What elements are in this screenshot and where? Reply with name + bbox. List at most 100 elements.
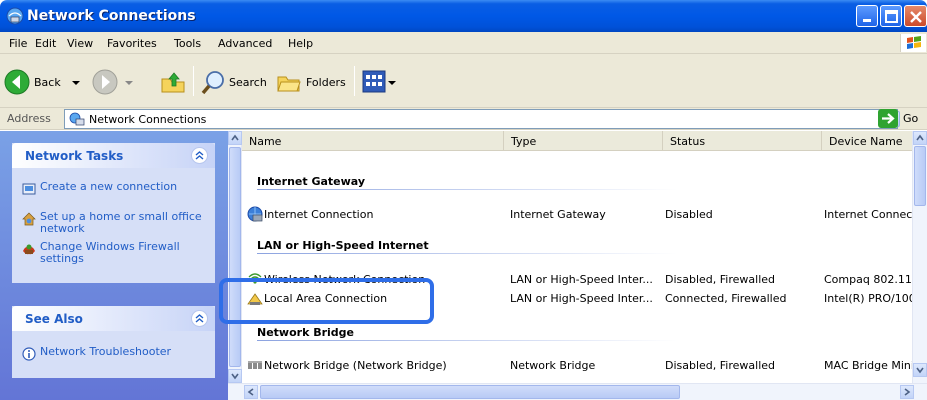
menu-favorites[interactable]: Favorites <box>107 37 157 50</box>
menu-advanced[interactable]: Advanced <box>218 37 272 50</box>
minimize-icon <box>863 19 871 22</box>
task-network-troubleshooter[interactable]: Network Troubleshooter <box>22 346 212 372</box>
go-label: Go <box>903 112 919 125</box>
see-also-header[interactable]: See Also <box>12 306 215 331</box>
task-pane: Network Tasks Create a new connection Se… <box>0 131 228 400</box>
info-icon <box>22 347 36 361</box>
menu-tools[interactable]: Tools <box>174 37 201 50</box>
go-button[interactable]: Go <box>878 109 927 129</box>
task-create-connection[interactable]: Create a new connection <box>22 181 212 207</box>
maximize-icon <box>885 10 898 23</box>
group-header-internet-gateway: Internet Gateway <box>257 175 366 188</box>
menu-help[interactable]: Help <box>288 37 313 50</box>
network-tasks-panel: Network Tasks Create a new connection Se… <box>12 143 215 283</box>
right-scrollbar[interactable] <box>912 131 927 383</box>
folders-label: Folders <box>306 76 346 89</box>
up-folder-button[interactable] <box>160 67 188 97</box>
column-header-name[interactable]: Name <box>242 131 504 151</box>
chevron-up-icon <box>195 314 204 323</box>
address-label: Address <box>7 112 51 125</box>
internet-gateway-icon <box>247 206 263 222</box>
task-label: Set up a home or small office network <box>40 210 202 235</box>
connections-list-pane: Name Type Status Device Name Internet Ga… <box>228 131 927 400</box>
group-header-lan: LAN or High-Speed Internet <box>257 239 429 252</box>
horizontal-scrollbar[interactable] <box>228 383 927 400</box>
scroll-left-button[interactable] <box>244 385 258 399</box>
connection-row-internet-connection[interactable]: Internet Connection Internet Gateway Dis… <box>242 206 912 224</box>
scroll-up-button[interactable] <box>228 131 242 145</box>
folders-button[interactable]: Folders <box>276 67 348 97</box>
toolbar-separator <box>193 66 194 96</box>
chevron-up-icon <box>231 134 239 141</box>
go-arrow-icon <box>878 109 898 128</box>
network-tasks-header[interactable]: Network Tasks <box>12 143 215 168</box>
column-header-status[interactable]: Status <box>663 131 822 151</box>
search-icon <box>201 71 224 95</box>
column-header-device-name[interactable]: Device Name <box>822 131 912 151</box>
group-divider <box>257 253 677 254</box>
scroll-down-button[interactable] <box>228 369 242 383</box>
back-label: Back <box>34 76 61 89</box>
chevron-up-icon <box>195 151 204 160</box>
connection-row-network-bridge[interactable]: Network Bridge (Network Bridge) Network … <box>242 357 912 375</box>
menu-file[interactable]: File <box>9 37 27 50</box>
chevron-right-icon <box>904 388 911 396</box>
windows-logo <box>900 34 926 52</box>
folders-icon <box>277 76 301 92</box>
menu-view[interactable]: View <box>67 37 93 50</box>
scroll-thumb[interactable] <box>260 385 680 399</box>
network-tasks-title: Network Tasks <box>25 149 124 163</box>
back-button[interactable]: Back <box>4 67 84 97</box>
up-folder-icon <box>161 72 185 93</box>
group-header-network-bridge: Network Bridge <box>257 326 355 339</box>
window-title: Network Connections <box>27 8 196 24</box>
address-bar: Address Network Connections Go <box>0 108 927 130</box>
see-also-panel: See Also Network Troubleshooter <box>12 306 215 378</box>
chevron-up-icon <box>916 134 924 141</box>
back-icon <box>4 69 30 95</box>
scroll-thumb[interactable] <box>229 147 241 367</box>
close-icon <box>910 11 922 23</box>
scroll-right-button[interactable] <box>900 385 914 399</box>
maximize-button[interactable] <box>880 5 902 27</box>
forward-button[interactable] <box>92 67 138 97</box>
network-connections-icon <box>69 112 85 126</box>
chevron-left-icon <box>247 388 254 396</box>
title-bar[interactable]: Network Connections <box>0 0 927 32</box>
see-also-title: See Also <box>25 312 83 326</box>
minimize-button[interactable] <box>856 5 878 27</box>
scroll-thumb[interactable] <box>914 146 926 206</box>
chevron-down-icon[interactable] <box>124 78 134 88</box>
network-connections-icon <box>6 7 24 25</box>
task-home-network[interactable]: Set up a home or small office network <box>22 211 212 237</box>
close-button[interactable] <box>904 5 927 27</box>
left-scrollbar[interactable] <box>228 131 242 383</box>
column-header-type[interactable]: Type <box>504 131 663 151</box>
scroll-down-button[interactable] <box>913 363 927 377</box>
chevron-down-icon[interactable] <box>387 78 397 88</box>
forward-icon <box>92 69 118 95</box>
network-bridge-icon <box>248 361 262 369</box>
chevron-down-icon[interactable] <box>71 78 81 88</box>
chevron-down-icon <box>916 367 924 374</box>
views-button[interactable] <box>362 67 398 97</box>
address-value: Network Connections <box>89 113 207 126</box>
home-network-icon <box>22 212 36 226</box>
task-label: Create a new connection <box>40 180 178 193</box>
toolbar-separator <box>354 66 355 96</box>
search-button[interactable]: Search <box>200 67 270 97</box>
collapse-button[interactable] <box>191 147 208 164</box>
task-label: Change Windows Firewall settings <box>40 240 180 265</box>
menu-edit[interactable]: Edit <box>35 37 56 50</box>
collapse-button[interactable] <box>191 310 208 327</box>
scroll-up-button[interactable] <box>913 131 927 145</box>
selection-highlight <box>219 278 434 324</box>
chevron-down-icon <box>231 373 239 380</box>
views-icon <box>362 70 386 93</box>
group-divider <box>257 340 677 341</box>
task-firewall-settings[interactable]: Change Windows Firewall settings <box>22 241 212 267</box>
windows-flag-icon <box>907 36 921 49</box>
column-headers: Name Type Status Device Name <box>242 131 912 151</box>
address-input[interactable]: Network Connections <box>64 109 900 129</box>
new-connection-icon <box>22 183 36 195</box>
